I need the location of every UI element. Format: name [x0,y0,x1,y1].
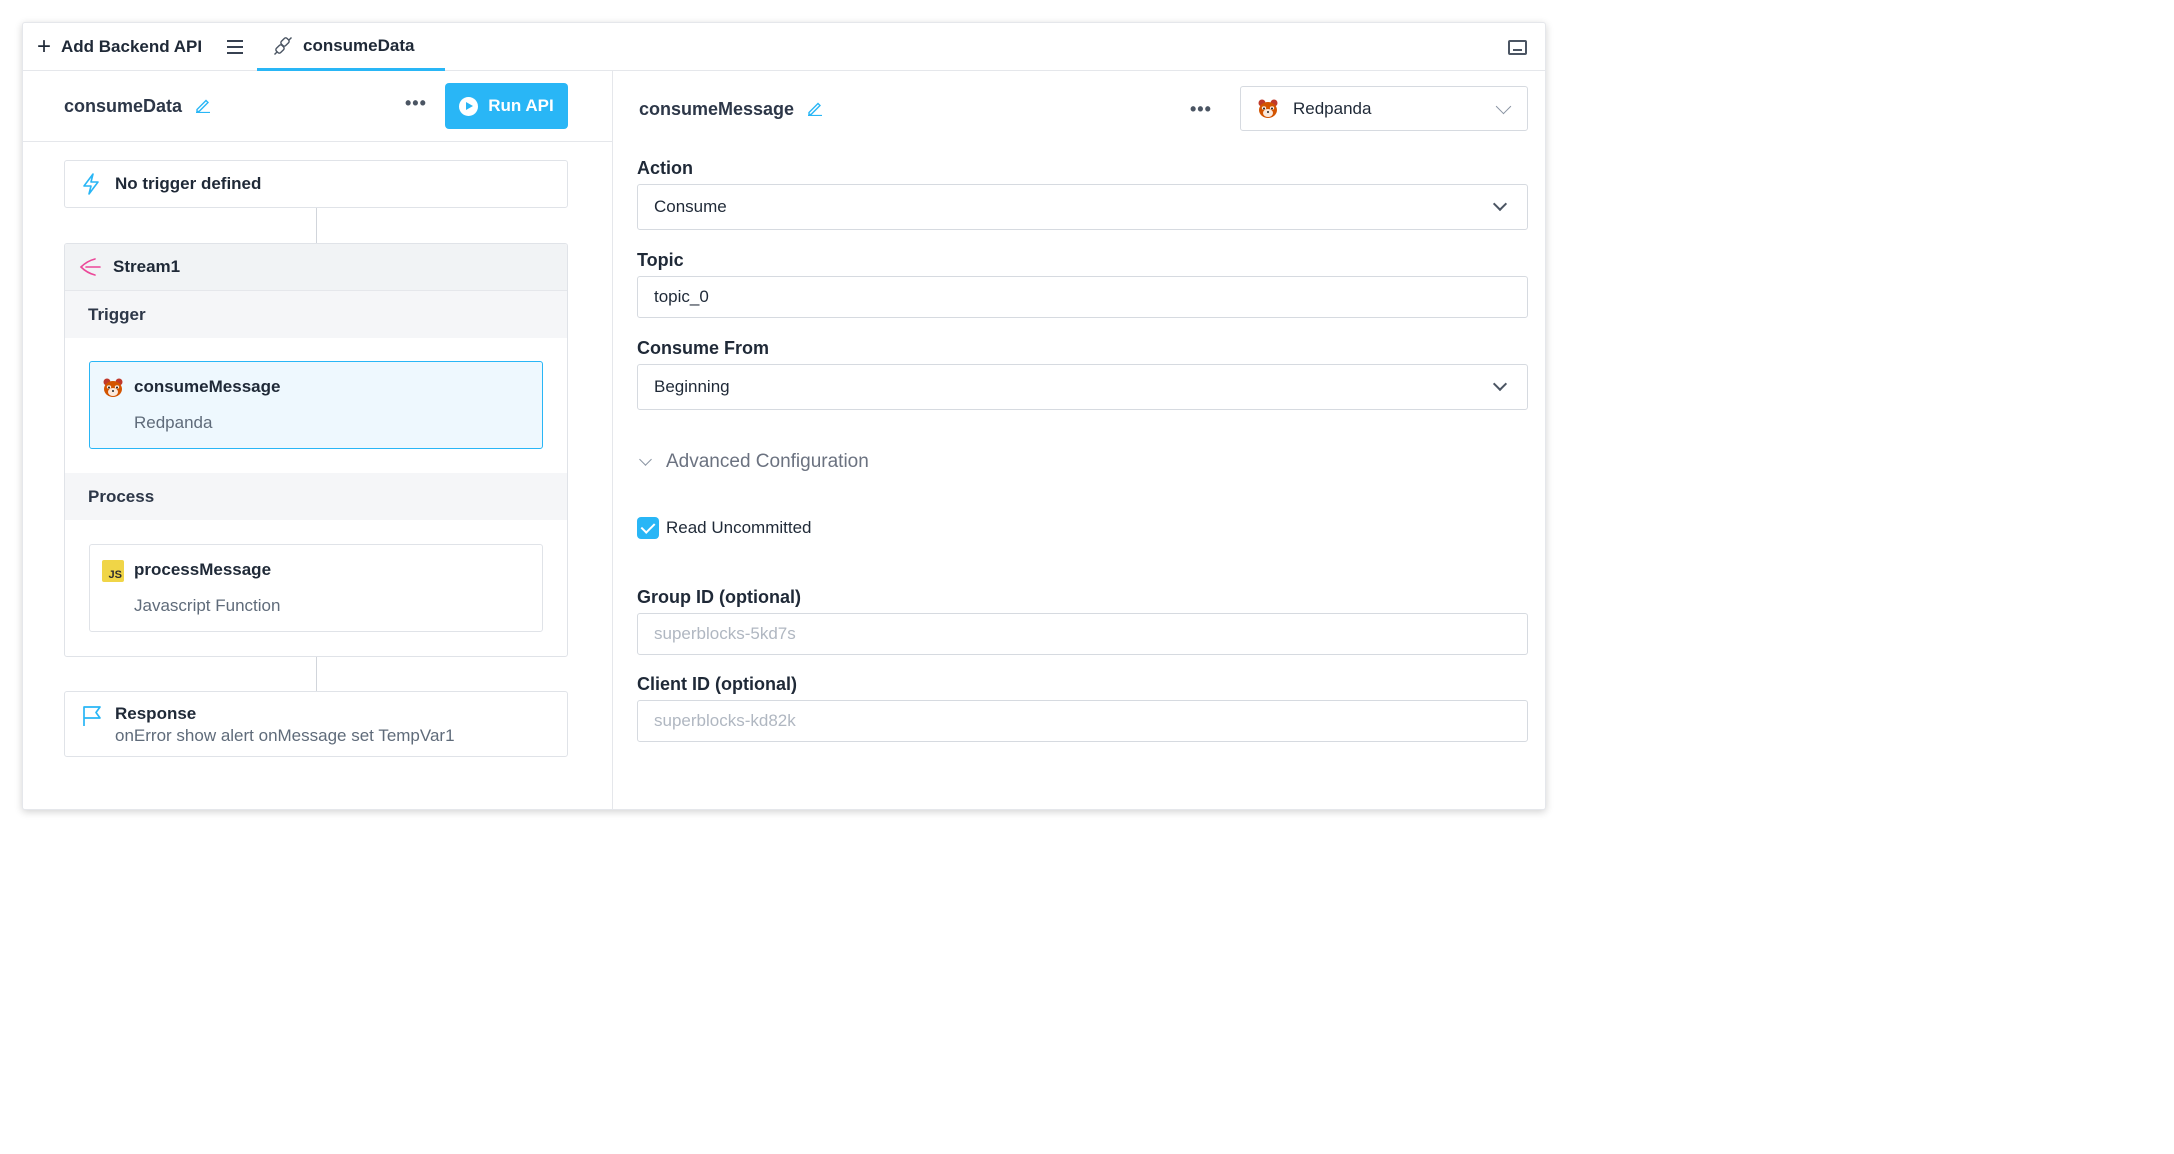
api-name-title: consumeData [64,96,211,117]
topic-input[interactable] [637,276,1528,318]
tab-consumedata[interactable]: consumeData [257,23,445,71]
step-integration: Javascript Function [134,596,281,615]
api-link-icon [274,36,292,55]
step-config-pane: consumeMessage ••• Redpanda Action Consu… [614,71,1545,809]
action-value: Consume [654,197,727,216]
connector-line [316,657,317,691]
stream-icon [79,258,101,276]
group-id-input[interactable] [637,613,1528,655]
workflow-pane: consumeData ••• Run API No trigger defin… [23,71,613,809]
header-bar: + Add Backend API consumeData [23,23,1545,71]
stream-name: Stream1 [113,257,181,276]
action-label: Action [637,158,693,178]
connector-line [316,208,317,243]
process-section-header: Process [65,473,567,520]
more-options-icon[interactable]: ••• [405,93,427,114]
run-api-button[interactable]: Run API [445,83,568,129]
workflow-header: consumeData ••• Run API [23,71,613,142]
read-uncommitted-checkbox[interactable] [637,517,659,539]
step-title: consumeMessage [639,99,823,120]
response-block[interactable]: Response onError show alert onMessage se… [64,691,568,757]
action-select[interactable]: Consume [637,184,1528,230]
panel-toggle-icon[interactable] [1508,40,1527,55]
api-editor-window: + Add Backend API consumeData consumeDat… [22,22,1546,810]
redpanda-icon [1258,99,1278,118]
chevron-down-icon [1492,196,1508,212]
read-uncommitted-label: Read Uncommitted [666,518,812,537]
read-uncommitted-option[interactable]: Read Uncommitted [637,517,812,539]
topic-label: Topic [637,250,684,270]
tab-label: consumeData [303,35,415,55]
flag-icon [83,706,101,726]
integration-select[interactable]: Redpanda [1240,86,1528,131]
step-consumemessage[interactable]: consumeMessage Redpanda [89,361,543,449]
redpanda-icon [103,378,123,397]
client-id-input[interactable] [637,700,1528,742]
hamburger-menu-icon[interactable] [227,40,243,54]
stream-block: Stream1 Trigger consumeMessage Redpanda [64,243,568,657]
step-processmessage[interactable]: JS processMessage Javascript Function [89,544,543,632]
edit-pencil-icon[interactable] [195,97,211,113]
group-id-label: Group ID (optional) [637,587,801,607]
add-backend-api-button[interactable]: + Add Backend API [37,33,203,60]
advanced-configuration-toggle[interactable]: Advanced Configuration [639,451,869,473]
play-icon [459,96,479,116]
consume-from-select[interactable]: Beginning [637,364,1528,410]
chevron-down-icon [1495,98,1512,115]
lightning-icon [83,173,99,195]
edit-pencil-icon[interactable] [807,100,823,116]
step-name: processMessage [134,560,272,579]
step-title-text: consumeMessage [639,99,795,119]
stream-header[interactable]: Stream1 [65,244,567,291]
api-name-text: consumeData [64,96,183,116]
chevron-down-icon [639,452,652,466]
plus-icon: + [37,33,52,60]
response-title: Response [115,704,197,723]
run-api-label: Run API [488,96,554,115]
chevron-down-icon [1492,376,1508,392]
advanced-configuration-label: Advanced Configuration [666,451,869,472]
integration-label: Redpanda [1293,98,1372,118]
response-detail: onError show alert onMessage set TempVar… [115,726,455,745]
step-name: consumeMessage [134,377,281,396]
trigger-section-header: Trigger [65,291,567,338]
trigger-label: No trigger defined [115,174,262,193]
step-integration: Redpanda [134,413,213,432]
javascript-icon: JS [102,560,124,582]
add-backend-api-label: Add Backend API [61,37,203,56]
client-id-label: Client ID (optional) [637,674,797,694]
consume-from-label: Consume From [637,338,770,358]
more-options-icon[interactable]: ••• [1190,99,1212,120]
consume-from-value: Beginning [654,377,730,396]
trigger-block[interactable]: No trigger defined [64,160,568,208]
